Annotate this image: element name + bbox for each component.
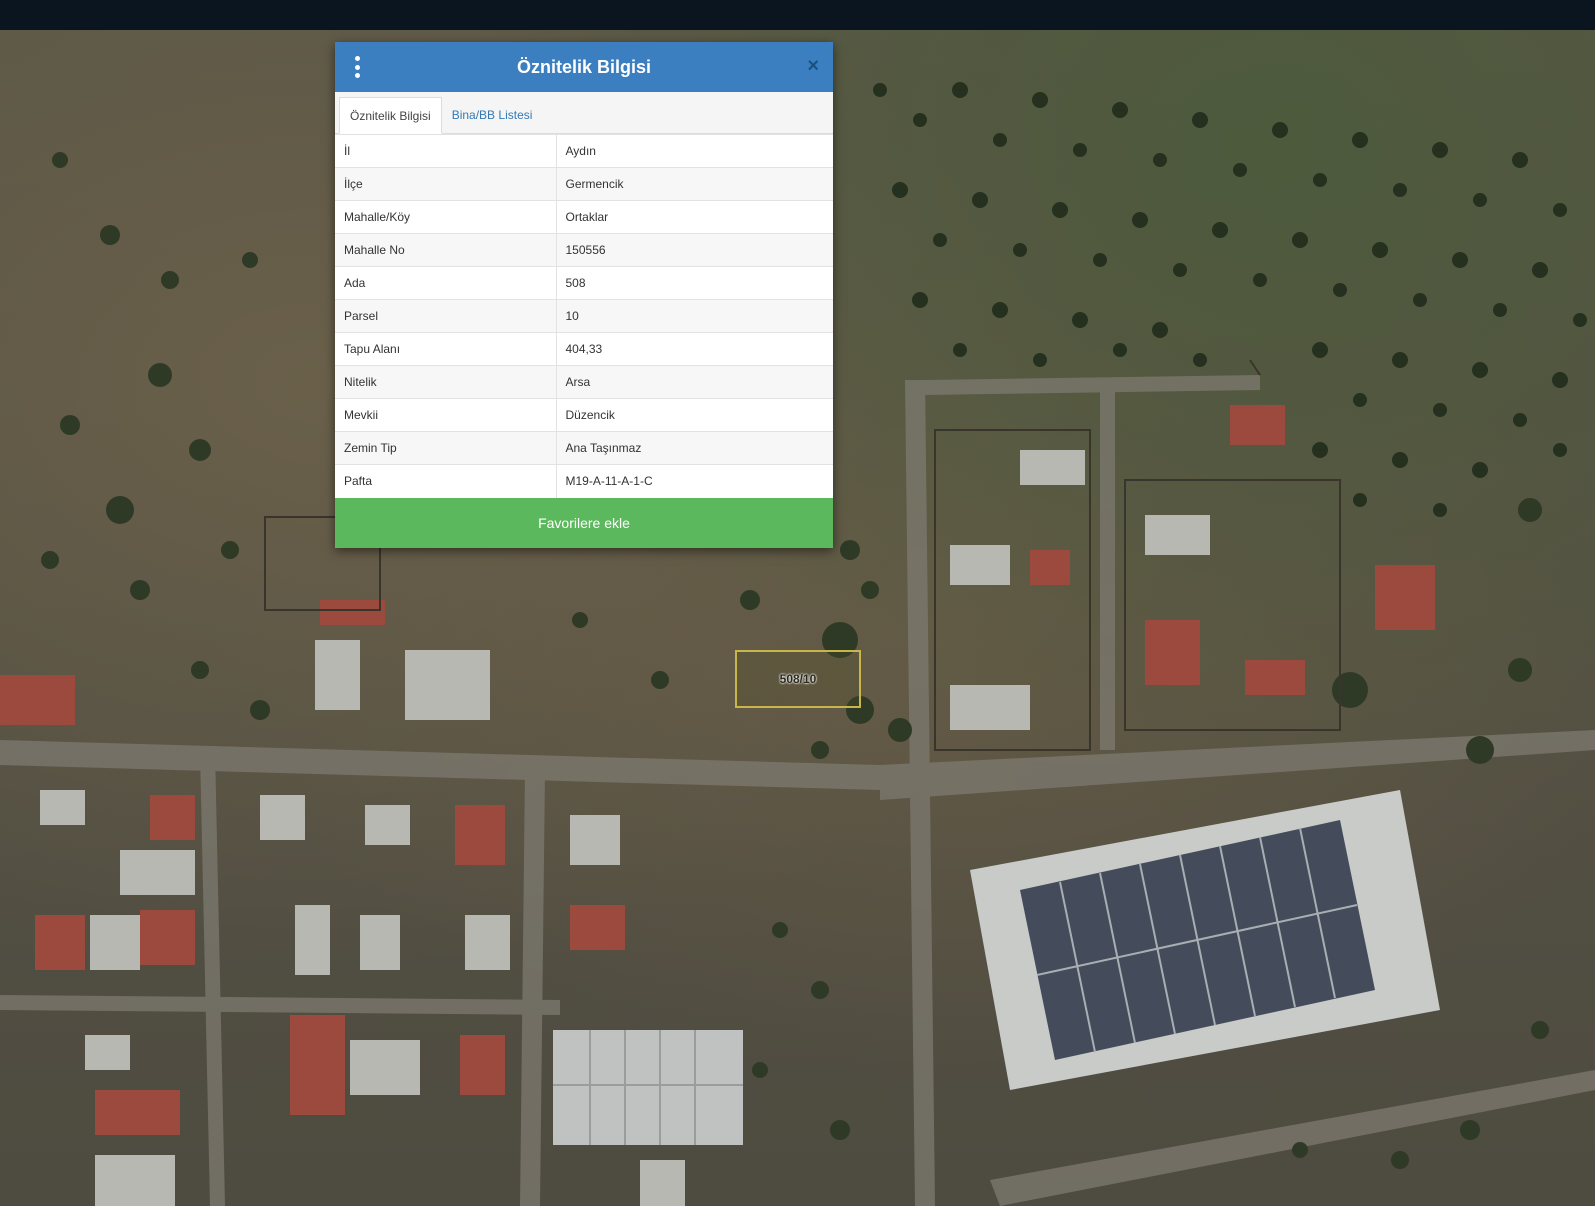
vertical-dots-icon[interactable] xyxy=(351,56,363,78)
table-row: Parsel 10 xyxy=(335,299,833,333)
table-row: Nitelik Arsa xyxy=(335,365,833,399)
attribute-value: 508 xyxy=(556,266,833,300)
dialog-title: Öznitelik Bilgisi xyxy=(516,56,652,77)
attribute-key: Mahalle No xyxy=(335,233,557,267)
attribute-key: Mahalle/Köy xyxy=(335,200,557,234)
table-row: Mahalle No 150556 xyxy=(335,233,833,267)
add-to-favorites-button[interactable]: Favorilere ekle xyxy=(335,497,833,548)
attribute-key: İlçe xyxy=(335,167,557,201)
attribute-value: Ana Taşınmaz xyxy=(556,431,833,465)
attribute-value: 404,33 xyxy=(556,332,833,366)
attribute-key: Parsel xyxy=(335,299,557,333)
attribute-info-dialog: Öznitelik Bilgisi × Öznitelik Bilgisi Bi… xyxy=(335,42,833,548)
attribute-value: 150556 xyxy=(556,233,833,267)
attribute-value: Aydın xyxy=(556,134,833,168)
tab-bar: Öznitelik Bilgisi Bina/BB Listesi xyxy=(335,92,833,134)
attribute-key: Zemin Tip xyxy=(335,431,557,465)
dialog-header[interactable]: Öznitelik Bilgisi × xyxy=(335,42,833,92)
table-row: Tapu Alanı 404,33 xyxy=(335,332,833,366)
attribute-table: İl Aydın İlçe Germencik Mahalle/Köy Orta… xyxy=(335,134,833,498)
top-bar xyxy=(0,0,1595,30)
parcel-label: 508/10 xyxy=(779,672,817,686)
attribute-value: Germencik xyxy=(556,167,833,201)
close-icon[interactable]: × xyxy=(807,56,819,76)
attribute-key: Pafta xyxy=(335,464,557,498)
attribute-key: Tapu Alanı xyxy=(335,332,557,366)
attribute-value: Düzencik xyxy=(556,398,833,432)
attribute-key: İl xyxy=(335,134,557,168)
tab-building-list[interactable]: Bina/BB Listesi xyxy=(442,96,543,133)
table-row: Zemin Tip Ana Taşınmaz xyxy=(335,431,833,465)
table-row: İl Aydın xyxy=(335,134,833,168)
table-row: Mevkii Düzencik xyxy=(335,398,833,432)
attribute-value: Arsa xyxy=(556,365,833,399)
table-row: Mahalle/Köy Ortaklar xyxy=(335,200,833,234)
attribute-key: Ada xyxy=(335,266,557,300)
table-row: Ada 508 xyxy=(335,266,833,300)
attribute-key: Mevkii xyxy=(335,398,557,432)
attribute-value: Ortaklar xyxy=(556,200,833,234)
table-row: Pafta M19-A-11-A-1-C xyxy=(335,464,833,498)
tab-attribute-info[interactable]: Öznitelik Bilgisi xyxy=(339,97,442,134)
attribute-value: M19-A-11-A-1-C xyxy=(556,464,833,498)
attribute-value: 10 xyxy=(556,299,833,333)
parcel-outline[interactable]: 508/10 xyxy=(735,650,861,708)
attribute-key: Nitelik xyxy=(335,365,557,399)
table-row: İlçe Germencik xyxy=(335,167,833,201)
